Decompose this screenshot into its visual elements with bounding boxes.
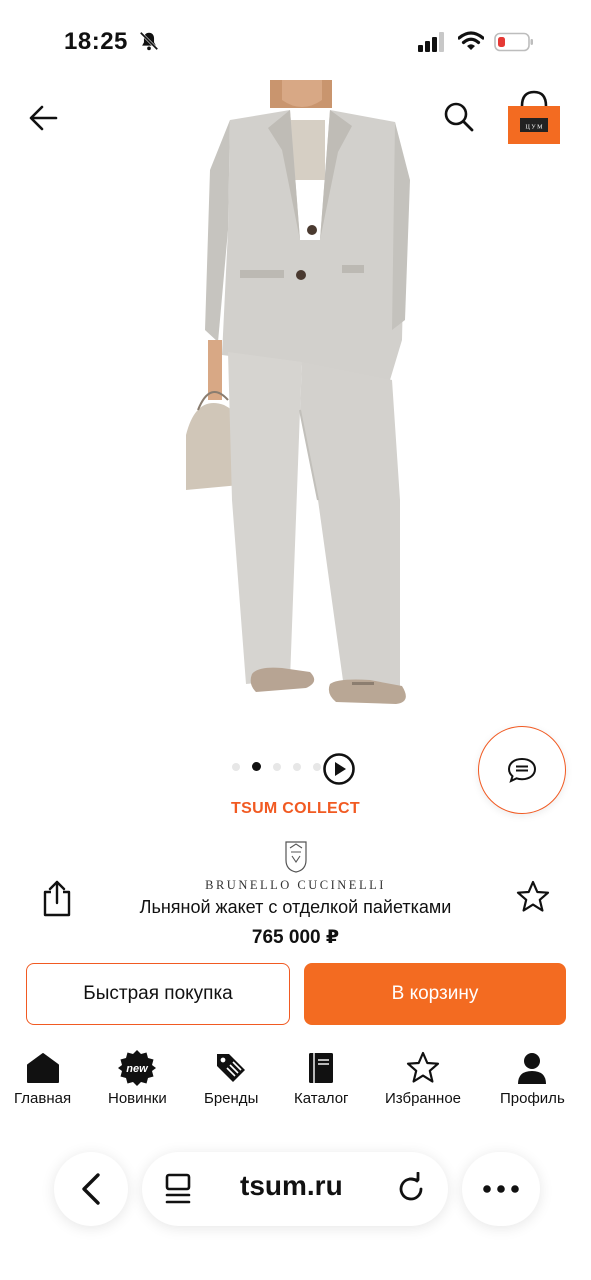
shopping-bag-icon: Ц У М	[508, 90, 560, 144]
tab-home[interactable]: Главная	[14, 1048, 71, 1107]
cell-signal-icon	[418, 32, 444, 52]
page-dot[interactable]	[293, 762, 301, 771]
browser-address-bar[interactable]: tsum.ru	[142, 1152, 448, 1226]
tab-new[interactable]: new Новинки	[108, 1048, 167, 1107]
page-dot[interactable]	[313, 762, 321, 771]
browser-back-button[interactable]	[54, 1152, 128, 1226]
tab-catalog[interactable]: Каталог	[294, 1048, 349, 1107]
tab-profile[interactable]: Профиль	[500, 1048, 565, 1107]
home-icon	[26, 1053, 59, 1083]
cart-badge-text: Ц У М	[526, 125, 544, 131]
more-dots-icon	[483, 1185, 519, 1193]
bell-muted-icon	[139, 31, 159, 51]
brand-name[interactable]: BRUNELLO CUCINELLI	[0, 878, 591, 893]
wifi-icon	[458, 31, 484, 50]
tab-brands[interactable]: Бренды	[204, 1048, 258, 1107]
tab-label: Каталог	[294, 1090, 349, 1107]
page-dot[interactable]	[232, 762, 240, 771]
catalog-book-icon	[309, 1053, 334, 1083]
quick-buy-button[interactable]: Быстрая покупка	[26, 963, 290, 1025]
back-arrow-icon[interactable]	[26, 100, 62, 136]
tab-label: Бренды	[204, 1090, 259, 1107]
brand-logo[interactable]	[0, 840, 591, 879]
chevron-left-icon	[82, 1173, 100, 1205]
browser-more-button[interactable]	[462, 1152, 540, 1226]
page-dot[interactable]	[273, 762, 281, 771]
page-dot-active[interactable]	[252, 762, 261, 771]
product-title: Льняной жакет с отделкой пайетками	[139, 897, 452, 917]
chat-bubble-icon	[507, 757, 537, 783]
play-video-icon[interactable]	[322, 752, 356, 786]
tab-favorites[interactable]: Избранное	[385, 1048, 461, 1107]
tag-icon	[217, 1054, 246, 1082]
tab-label: Главная	[14, 1090, 72, 1107]
reload-icon[interactable]	[394, 1172, 428, 1206]
new-badge-text: new	[127, 1063, 150, 1075]
tabs-overview-icon	[165, 1173, 191, 1204]
user-icon	[518, 1053, 547, 1084]
tab-label: Избранное	[385, 1090, 462, 1107]
battery-icon	[494, 32, 533, 52]
bottom-navigation: Главная new Новинки Бренды Каталог Избра…	[0, 1048, 591, 1118]
star-icon	[406, 1051, 440, 1083]
product-photo[interactable]	[0, 80, 591, 750]
new-badge-icon: new	[118, 1050, 157, 1086]
cart-button[interactable]: Ц У М	[506, 90, 562, 146]
favorite-star-icon[interactable]	[516, 880, 550, 914]
tab-label: Новинки	[108, 1090, 167, 1107]
tab-label: Профиль	[500, 1090, 565, 1107]
search-icon[interactable]	[442, 100, 476, 134]
product-price: 765 000 ₽	[251, 927, 340, 948]
brand-crest-icon	[284, 841, 307, 873]
add-to-cart-button[interactable]: В корзину	[304, 963, 566, 1025]
image-pagination[interactable]	[232, 762, 321, 771]
collection-link[interactable]: TSUM COLLECT	[0, 800, 591, 818]
status-time: 18:25	[64, 28, 128, 55]
browser-url: tsum.ru	[240, 1170, 343, 1201]
product-image-illustration	[186, 80, 410, 704]
